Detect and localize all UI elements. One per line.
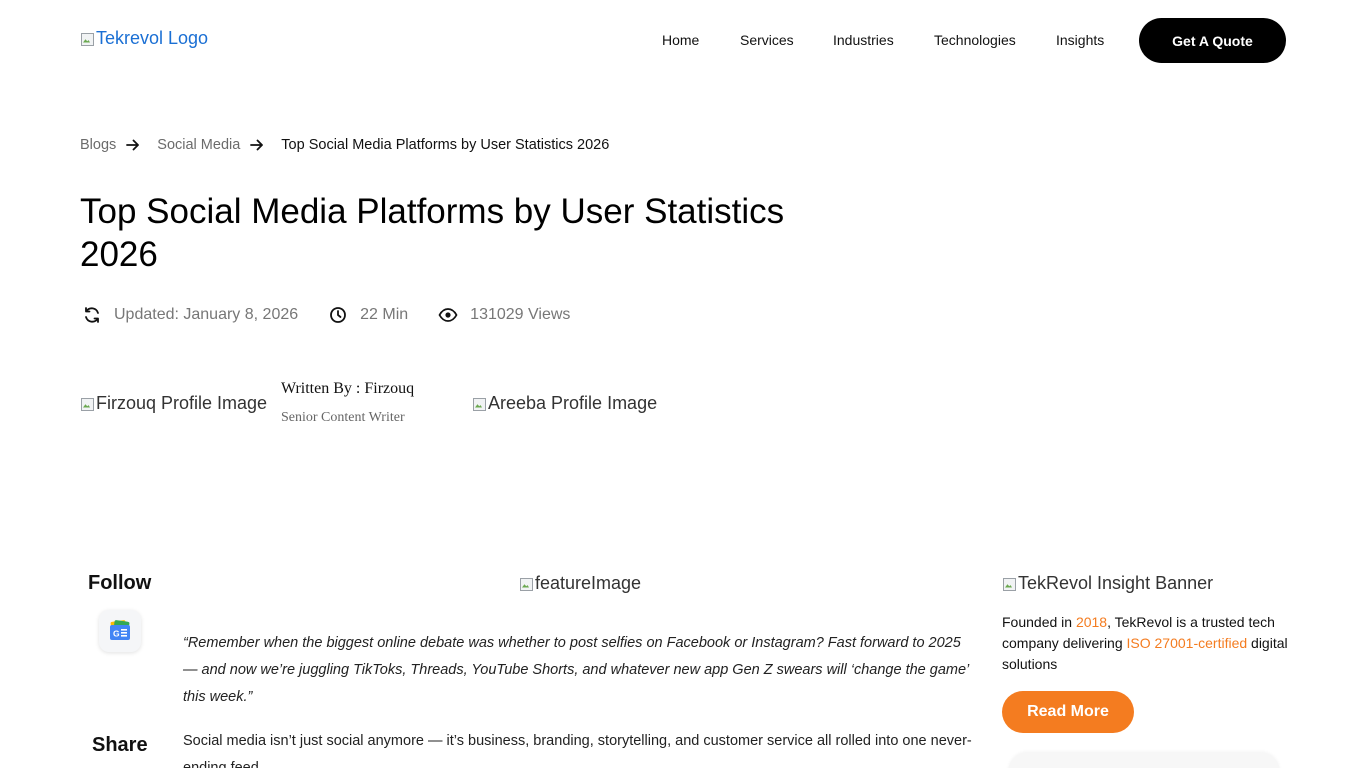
iso-certification: ISO 27001-certified [1126, 635, 1248, 651]
blurb-prefix: Founded in [1002, 614, 1076, 630]
breadcrumb: Blogs Social Media Top Social Media Plat… [80, 137, 609, 153]
author-role: Senior Content Writer [281, 410, 405, 425]
google-news-icon: G [110, 620, 130, 640]
eye-icon [438, 308, 458, 322]
refresh-icon [85, 307, 99, 323]
broken-image-icon [1002, 577, 1016, 591]
site-header: Tekrevol Logo Home Services Industries T… [0, 0, 1366, 80]
svg-text:G: G [113, 629, 120, 639]
arrow-right-icon [250, 139, 264, 151]
insight-banner-image[interactable]: TekRevol Insight Banner [1002, 573, 1213, 594]
follow-heading: Follow [88, 572, 152, 594]
broken-image-icon [472, 397, 486, 411]
intro-quote: “Remember when the biggest online debate… [183, 635, 969, 705]
broken-image-icon [80, 397, 94, 411]
breadcrumb-social-media[interactable]: Social Media [157, 137, 240, 153]
company-blurb: Founded in 2018, TekRevol is a trusted t… [1002, 612, 1292, 675]
read-more-button[interactable]: Read More [1002, 691, 1134, 733]
tekrevol-logo[interactable]: Tekrevol Logo [80, 28, 208, 49]
clock-icon [330, 307, 347, 323]
banner-alt-text: TekRevol Insight Banner [1018, 573, 1214, 593]
view-count: 131029 Views [470, 306, 571, 323]
author-profile-image: Firzouq Profile Image [80, 393, 267, 414]
author-name[interactable]: Written By : Firzouq [281, 380, 414, 398]
sidebar-card [1008, 752, 1280, 768]
broken-image-icon [80, 32, 94, 46]
page-title: Top Social Media Platforms by User Stati… [80, 192, 785, 274]
article-meta: Updated: January 8, 2026 22 Min 131029 V… [82, 305, 570, 325]
read-time: 22 Min [360, 306, 409, 323]
logo-alt-text: Tekrevol Logo [96, 28, 209, 48]
breadcrumb-current: Top Social Media Platforms by User Stati… [281, 137, 610, 153]
nav-insights[interactable]: Insights [1056, 32, 1104, 48]
reviewer-image-alt: Areeba Profile Image [488, 393, 658, 413]
author-image-alt: Firzouq Profile Image [96, 393, 268, 413]
reviewer-profile-image: Areeba Profile Image [472, 393, 657, 414]
nav-home[interactable]: Home [662, 32, 699, 48]
arrow-right-icon [126, 139, 140, 151]
updated-date: Updated: January 8, 2026 [114, 306, 299, 323]
google-news-follow-button[interactable]: G [99, 610, 141, 652]
nav-technologies[interactable]: Technologies [934, 32, 1016, 48]
broken-image-icon [519, 577, 533, 591]
nav-services[interactable]: Services [740, 32, 794, 48]
get-a-quote-button[interactable]: Get A Quote [1139, 18, 1286, 63]
nav-industries[interactable]: Industries [833, 32, 894, 48]
share-heading: Share [92, 734, 148, 756]
body-paragraph: Social media isn’t just social anymore —… [183, 733, 972, 768]
founded-year: 2018 [1075, 614, 1108, 630]
feature-image: featureImage [519, 573, 641, 594]
feature-image-alt: featureImage [535, 573, 642, 593]
breadcrumb-blogs[interactable]: Blogs [80, 137, 116, 153]
